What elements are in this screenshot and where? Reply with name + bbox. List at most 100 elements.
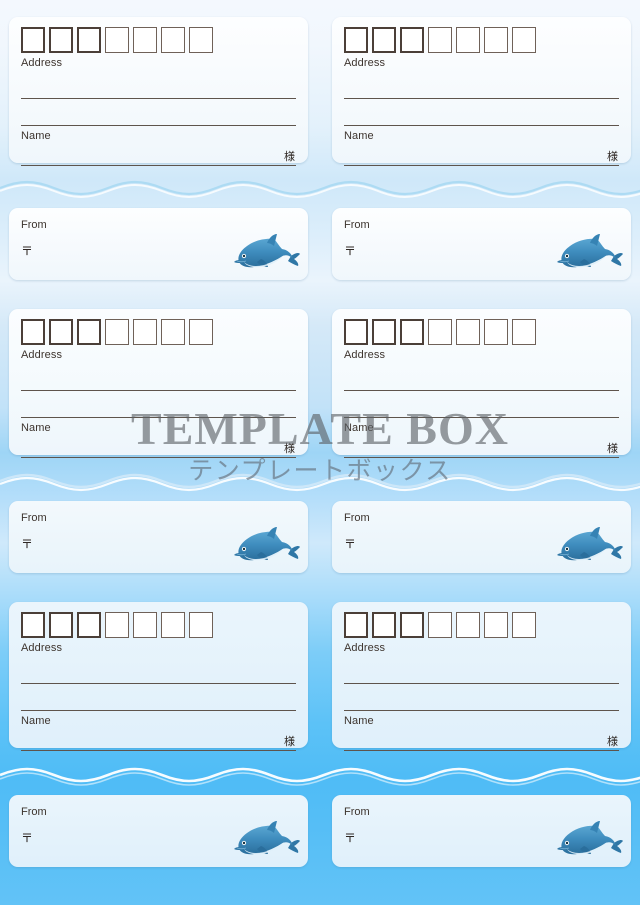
name-honorific-area: 様	[21, 729, 296, 750]
from-label: From	[344, 512, 370, 524]
postal-digit-box[interactable]	[77, 612, 101, 638]
postal-digit-box[interactable]	[484, 612, 508, 638]
wave-divider-icon	[0, 767, 640, 786]
postal-digit-box[interactable]	[189, 612, 213, 638]
address-card-2-right[interactable]: Address Name 様	[332, 309, 631, 458]
postal-digit-box[interactable]	[428, 27, 452, 53]
dolphin-icon	[557, 234, 623, 268]
from-card-1-right[interactable]: From 〒	[332, 208, 631, 280]
address-card-3-right[interactable]: Address Name 様	[332, 602, 631, 751]
dolphin-icon	[234, 820, 300, 862]
address-row-2: Address Name 様 Address Name 様	[0, 309, 640, 458]
postal-digit-box[interactable]	[49, 612, 73, 638]
dolphin-icon	[557, 527, 623, 561]
name-line[interactable]	[344, 750, 619, 751]
honorific-sama: 様	[284, 442, 295, 455]
postal-digit-box[interactable]	[77, 27, 101, 53]
from-label: From	[344, 806, 370, 818]
address-line-2[interactable]	[344, 710, 619, 711]
postal-code-boxes[interactable]	[344, 319, 619, 345]
from-row-1: From 〒 From 〒	[0, 208, 640, 280]
postal-digit-box[interactable]	[372, 319, 396, 345]
postal-digit-box[interactable]	[133, 27, 157, 53]
dolphin-icon	[234, 526, 300, 568]
postal-digit-box[interactable]	[21, 319, 45, 345]
name-honorific-area: 様	[344, 436, 619, 457]
postal-digit-box[interactable]	[133, 612, 157, 638]
from-row-3: From 〒 From 〒	[0, 795, 640, 867]
postal-digit-box[interactable]	[428, 612, 452, 638]
postal-digit-box[interactable]	[189, 319, 213, 345]
postal-digit-box[interactable]	[484, 319, 508, 345]
postal-digit-box[interactable]	[105, 27, 129, 53]
from-card-1-left[interactable]: From 〒	[9, 208, 308, 280]
postal-digit-box[interactable]	[400, 27, 424, 53]
postal-digit-box[interactable]	[344, 319, 368, 345]
address-line-2[interactable]	[344, 417, 619, 418]
postal-digit-box[interactable]	[456, 27, 480, 53]
postal-code-boxes[interactable]	[21, 27, 296, 53]
postal-digit-box[interactable]	[133, 319, 157, 345]
from-card-3-right[interactable]: From 〒	[332, 795, 631, 867]
address-card-2-left[interactable]: Address Name 様	[9, 309, 308, 458]
postal-digit-box[interactable]	[372, 612, 396, 638]
name-label: Name	[21, 422, 51, 434]
wave-divider-3	[0, 762, 640, 786]
address-line-2[interactable]	[344, 125, 619, 126]
postal-code-boxes[interactable]	[344, 27, 619, 53]
wave-divider-2	[0, 468, 640, 492]
address-card-1-left[interactable]: Address Name 様	[9, 17, 308, 166]
name-line[interactable]	[21, 457, 296, 458]
address-line-2[interactable]	[21, 125, 296, 126]
from-card-3-left[interactable]: From 〒	[9, 795, 308, 867]
name-line[interactable]	[344, 165, 619, 166]
from-row-2: From 〒 From 〒	[0, 501, 640, 573]
name-line[interactable]	[21, 165, 296, 166]
dolphin-icon	[234, 527, 300, 561]
name-label: Name	[344, 422, 374, 434]
postal-digit-box[interactable]	[400, 612, 424, 638]
address-label: Address	[21, 57, 63, 69]
from-label: From	[21, 219, 47, 231]
postal-code-boxes[interactable]	[21, 319, 296, 345]
dolphin-icon	[557, 820, 623, 862]
postal-digit-box[interactable]	[161, 319, 185, 345]
address-line-2[interactable]	[21, 710, 296, 711]
postal-digit-box[interactable]	[456, 612, 480, 638]
postal-code-boxes[interactable]	[344, 612, 619, 638]
postal-digit-box[interactable]	[77, 319, 101, 345]
from-label: From	[21, 806, 47, 818]
postal-digit-box[interactable]	[161, 612, 185, 638]
postal-digit-box[interactable]	[189, 27, 213, 53]
postal-digit-box[interactable]	[372, 27, 396, 53]
address-line-2[interactable]	[21, 417, 296, 418]
address-card-3-left[interactable]: Address Name 様	[9, 602, 308, 751]
name-line[interactable]	[21, 750, 296, 751]
from-card-2-right[interactable]: From 〒	[332, 501, 631, 573]
address-label: Address	[344, 349, 386, 361]
postal-digit-box[interactable]	[456, 319, 480, 345]
postal-digit-box[interactable]	[428, 319, 452, 345]
postal-digit-box[interactable]	[344, 612, 368, 638]
postal-digit-box[interactable]	[512, 612, 536, 638]
postal-digit-box[interactable]	[105, 319, 129, 345]
postal-digit-box[interactable]	[21, 612, 45, 638]
postal-digit-box[interactable]	[484, 27, 508, 53]
postal-digit-box[interactable]	[344, 27, 368, 53]
address-label: Address	[344, 57, 386, 69]
address-label: Address	[21, 642, 63, 654]
name-honorific-area: 様	[344, 729, 619, 750]
name-line[interactable]	[344, 457, 619, 458]
address-card-1-right[interactable]: Address Name 様	[332, 17, 631, 166]
postal-digit-box[interactable]	[161, 27, 185, 53]
postal-digit-box[interactable]	[105, 612, 129, 638]
postal-digit-box[interactable]	[49, 319, 73, 345]
postal-digit-box[interactable]	[21, 27, 45, 53]
honorific-sama: 様	[284, 735, 295, 748]
from-card-2-left[interactable]: From 〒	[9, 501, 308, 573]
postal-digit-box[interactable]	[400, 319, 424, 345]
postal-digit-box[interactable]	[512, 319, 536, 345]
postal-digit-box[interactable]	[512, 27, 536, 53]
postal-digit-box[interactable]	[49, 27, 73, 53]
postal-code-boxes[interactable]	[21, 612, 296, 638]
